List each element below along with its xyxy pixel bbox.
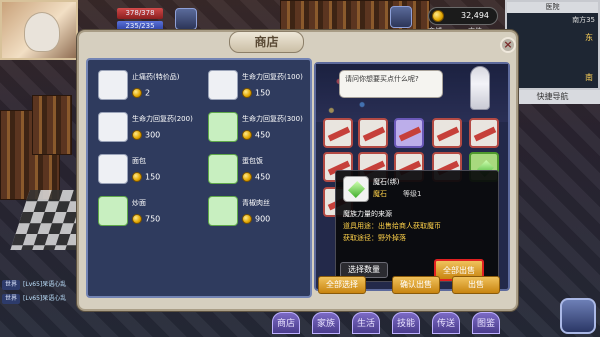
item-price: 450 xyxy=(242,172,270,182)
confirm-sell-button[interactable]: 确认出售 xyxy=(392,276,440,294)
item-name: 止痛药(特价品) xyxy=(132,73,180,81)
cat-portrait xyxy=(24,12,60,52)
tooltip-item-name: 魔石(绑) xyxy=(373,178,400,186)
chat-text: [Lv65]呆语心乱 xyxy=(23,281,67,288)
npc-speech-bubble: 请问你想要买点什么呢? xyxy=(339,70,443,98)
shop-item[interactable]: 蛋包饭 450 xyxy=(208,152,318,192)
item-price: 150 xyxy=(242,88,270,98)
price-value: 150 xyxy=(145,172,161,182)
omelette-icon xyxy=(208,154,238,184)
coin-icon xyxy=(132,88,142,98)
nurse-npc xyxy=(470,66,490,110)
price-value: 450 xyxy=(255,130,271,140)
tooltip-usage: 道具用途：出售给商人获取魔币 xyxy=(343,222,441,230)
item-name: 面包 xyxy=(132,157,146,165)
tab-skill[interactable]: 技能 xyxy=(392,312,421,334)
tab-shop[interactable]: 商店 xyxy=(272,312,301,334)
chat-channel-tag: 世界 xyxy=(2,294,21,304)
tab-family[interactable]: 家族 xyxy=(312,312,341,334)
item-price: 2 xyxy=(132,88,150,98)
magic-stone-icon xyxy=(343,176,369,202)
chat-channel-tag: 世界 xyxy=(2,280,21,290)
shop-mall-icon[interactable] xyxy=(390,6,412,28)
price-value: 2 xyxy=(145,88,151,98)
hp-bar: 378/378 xyxy=(117,8,163,19)
item-name: 青椒肉丝 xyxy=(242,199,270,207)
gold-coin-icon xyxy=(432,10,444,22)
coin-icon xyxy=(242,88,252,98)
gem-icon xyxy=(348,181,365,198)
price-value: 150 xyxy=(255,88,271,98)
chat-text: [Lv65]呆语心乱 xyxy=(23,295,67,302)
player-avatar[interactable] xyxy=(0,0,78,60)
tooltip-item-level: 等级1 xyxy=(403,190,422,198)
chat-line: 世界 [Lv65]呆语心乱 xyxy=(2,294,66,304)
shop-item[interactable]: 炒面 750 xyxy=(98,194,208,234)
item-name: 生命力回复药(100) xyxy=(242,73,303,81)
sell-button[interactable]: 出售 xyxy=(452,276,500,294)
tab-handbook[interactable]: 图鉴 xyxy=(472,312,501,334)
shop-title: 商店 xyxy=(229,31,304,53)
red-potion-icon xyxy=(98,112,128,142)
tooltip-source: 获取途径：野外掉落 xyxy=(343,234,406,242)
menu-icon[interactable] xyxy=(175,8,197,30)
coin-icon xyxy=(132,172,142,182)
shop-item[interactable]: 生命力回复药(100) 150 xyxy=(208,68,318,108)
minimap[interactable]: 医院 南方35 东 南 xyxy=(505,0,600,90)
shop-item[interactable]: 生命力回复药(300) 450 xyxy=(208,110,318,150)
coin-icon xyxy=(132,214,142,224)
inventory-slot[interactable] xyxy=(394,118,424,148)
noodles-icon xyxy=(98,196,128,226)
pill-bottle-icon xyxy=(98,70,128,100)
select-all-button[interactable]: 全部选择 xyxy=(318,276,366,294)
red-potion-icon xyxy=(208,70,238,100)
price-value: 300 xyxy=(145,130,161,140)
minimap-dir-east: 东 xyxy=(585,33,593,42)
coin-icon xyxy=(132,130,142,140)
bookshelf xyxy=(32,95,72,155)
minimap-dir-south: 南 xyxy=(585,73,593,82)
item-price: 300 xyxy=(132,130,160,140)
item-price: 750 xyxy=(132,214,160,224)
tooltip-item-type: 魔石 xyxy=(373,190,387,198)
inventory-slot[interactable] xyxy=(323,118,353,148)
tab-life[interactable]: 生活 xyxy=(352,312,381,334)
pepper-pork-icon xyxy=(208,196,238,226)
gold-display: 32,494 xyxy=(428,7,498,25)
bottom-menu-bar: 商店 家族 生活 技能 传送 图鉴 xyxy=(272,312,512,337)
chat-line: 世界 [Lv65]呆语心乱 xyxy=(2,280,66,290)
shop-item[interactable]: 面包 150 xyxy=(98,152,208,192)
coin-icon xyxy=(242,214,252,224)
item-name: 生命力回复药(200) xyxy=(132,115,193,123)
price-value: 750 xyxy=(145,214,161,224)
settings-corner-button[interactable] xyxy=(560,298,596,334)
bread-icon xyxy=(98,154,128,184)
item-name: 生命力回复药(300) xyxy=(242,115,303,123)
item-name: 蛋包饭 xyxy=(242,157,263,165)
price-value: 900 xyxy=(255,214,271,224)
tooltip-description: 魔族力量的来源 xyxy=(343,210,392,218)
inventory-slot[interactable] xyxy=(358,118,388,148)
item-price: 900 xyxy=(242,214,270,224)
item-price: 450 xyxy=(242,130,270,140)
shop-item[interactable]: 青椒肉丝 900 xyxy=(208,194,318,234)
shop-item-list: 止痛药(特价品) 2 生命力回复药(100) 150 生命力回复药(200) 3… xyxy=(86,58,312,298)
minimap-title: 医院 xyxy=(507,2,598,13)
item-name: 炒面 xyxy=(132,199,146,207)
coin-icon xyxy=(242,172,252,182)
inventory-slot[interactable] xyxy=(432,118,462,148)
shop-item[interactable]: 止痛药(特价品) 2 xyxy=(98,68,208,108)
close-icon: × xyxy=(503,38,513,51)
close-button[interactable]: × xyxy=(500,37,516,53)
gold-amount: 32,494 xyxy=(461,11,489,20)
item-price: 150 xyxy=(132,172,160,182)
inventory-slot[interactable] xyxy=(469,118,499,148)
red-potion-icon xyxy=(208,112,238,142)
minimap-coords: 南方35 xyxy=(572,16,595,24)
quick-nav-button[interactable]: 快捷导航 xyxy=(505,90,600,104)
price-value: 450 xyxy=(255,172,271,182)
coin-icon xyxy=(242,130,252,140)
tab-teleport[interactable]: 传送 xyxy=(432,312,461,334)
shop-item[interactable]: 生命力回复药(200) 300 xyxy=(98,110,208,150)
